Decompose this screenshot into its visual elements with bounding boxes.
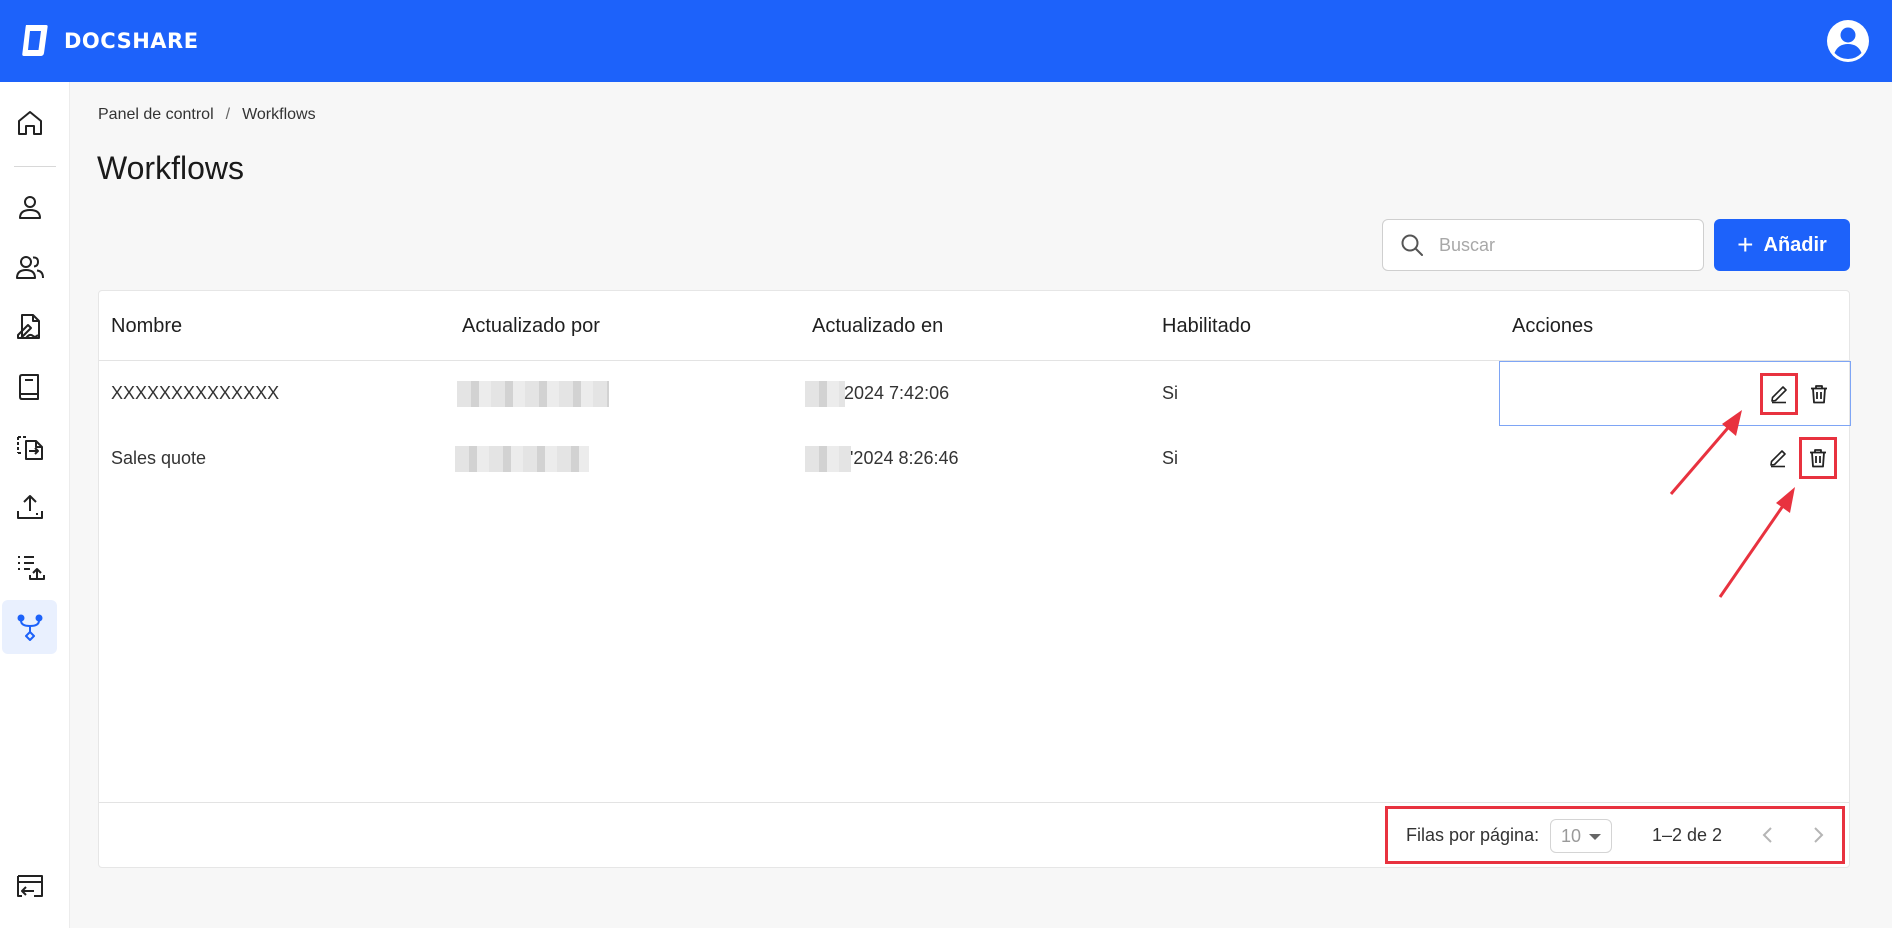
- sidebar-divider: [14, 166, 56, 167]
- previous-page-button[interactable]: [1756, 823, 1780, 847]
- table-footer: Filas por página: 10 1–2 de 2: [99, 802, 1849, 868]
- document-signature-icon: [16, 314, 40, 339]
- cell-name: Sales quote: [111, 448, 207, 468]
- next-page-button[interactable]: [1806, 823, 1830, 847]
- sidebar-item-library[interactable]: [2, 360, 57, 414]
- breadcrumb-current: Workflows: [242, 106, 316, 123]
- user-icon: [18, 196, 41, 219]
- cell-name: XXXXXXXXXXXXXX: [111, 383, 280, 403]
- search-input[interactable]: [1439, 234, 1679, 256]
- sidebar-item-workflows[interactable]: [2, 600, 57, 654]
- table-row[interactable]: Sales quote '2024 8:26:46 Si: [99, 426, 1849, 491]
- book-icon: [18, 374, 39, 400]
- search-icon: [1401, 234, 1423, 256]
- add-button-label: Añadir: [1763, 233, 1827, 256]
- breadcrumb-dashboard-link[interactable]: Panel de control: [98, 106, 214, 124]
- sidebar-item-logout[interactable]: [2, 860, 57, 914]
- account-avatar-icon[interactable]: [1826, 19, 1870, 63]
- redacted-updated-by: [455, 446, 589, 472]
- actions-cell: [1499, 426, 1851, 491]
- sidebar-item-transfers[interactable]: [2, 420, 57, 474]
- column-header-updated-by[interactable]: Actualizado por: [462, 315, 600, 338]
- workflow-icon: [17, 614, 42, 641]
- page-title: Workflows: [97, 150, 244, 186]
- rows-per-page-select[interactable]: 10: [1550, 819, 1612, 853]
- sidebar-item-users[interactable]: [2, 240, 57, 294]
- pagination: Filas por página: 10 1–2 de 2: [1385, 806, 1845, 864]
- plus-icon: +: [1737, 229, 1754, 260]
- pagination-range: 1–2 de 2: [1652, 824, 1723, 845]
- cell-enabled: Si: [1162, 383, 1179, 403]
- brand[interactable]: DOCSHARE: [20, 23, 199, 59]
- delete-button[interactable]: [1802, 375, 1836, 413]
- rows-per-page-label: Filas por página:: [1406, 824, 1540, 845]
- sidebar-item-batch-upload[interactable]: [2, 540, 57, 594]
- column-header-updated-at[interactable]: Actualizado en: [812, 315, 943, 338]
- docshare-logo-icon: [22, 25, 48, 56]
- cell-enabled: Si: [1162, 448, 1179, 468]
- redacted-date-part: [805, 446, 851, 472]
- top-bar: DOCSHARE: [0, 0, 1892, 82]
- trash-icon: [1810, 449, 1826, 468]
- chevron-right-icon: [1814, 827, 1824, 843]
- table-header: Nombre Actualizado por Actualizado en Ha…: [99, 291, 1849, 361]
- sidebar: [0, 82, 70, 928]
- sidebar-item-user[interactable]: [2, 180, 57, 234]
- column-header-name[interactable]: Nombre: [111, 315, 182, 338]
- breadcrumb-separator: /: [225, 106, 231, 123]
- logout-icon: [16, 875, 43, 897]
- actions-cell: [1499, 361, 1851, 426]
- edit-button[interactable]: [1761, 439, 1795, 477]
- cell-updated-at: '2024 8:26:46: [850, 448, 959, 468]
- sidebar-item-documents[interactable]: [2, 300, 57, 354]
- add-workflow-button[interactable]: + Añadir: [1714, 219, 1850, 271]
- edit-pencil-icon: [1770, 450, 1786, 468]
- chevron-left-icon: [1762, 827, 1772, 843]
- redacted-date-part: [805, 381, 845, 407]
- cell-updated-at: 2024 7:42:06: [844, 383, 950, 403]
- column-header-actions: Acciones: [1512, 315, 1594, 337]
- breadcrumb: Panel de control / Workflows: [98, 106, 316, 124]
- trash-icon: [1811, 385, 1827, 404]
- workflows-table: Nombre Actualizado por Actualizado en Ha…: [98, 290, 1851, 868]
- search-box[interactable]: [1382, 219, 1704, 271]
- sidebar-item-home[interactable]: [2, 96, 57, 150]
- rows-per-page-value: 10: [1561, 825, 1582, 846]
- file-transfer-icon: [16, 436, 43, 460]
- edit-button[interactable]: [1760, 373, 1798, 415]
- sidebar-item-upload[interactable]: [2, 480, 57, 534]
- delete-button[interactable]: [1799, 437, 1837, 479]
- caret-down-icon: [1589, 834, 1601, 840]
- edit-pencil-icon: [1771, 386, 1787, 404]
- users-icon: [15, 256, 44, 279]
- home-icon: [17, 111, 42, 135]
- redacted-updated-by: [457, 381, 609, 407]
- column-header-enabled[interactable]: Habilitado: [1162, 315, 1251, 338]
- list-upload-icon: [17, 556, 45, 580]
- table-row[interactable]: XXXXXXXXXXXXXX 2024 7:42:06 Si: [99, 361, 1851, 426]
- upload-icon: [16, 495, 43, 519]
- app-name: DOCSHARE: [64, 29, 199, 53]
